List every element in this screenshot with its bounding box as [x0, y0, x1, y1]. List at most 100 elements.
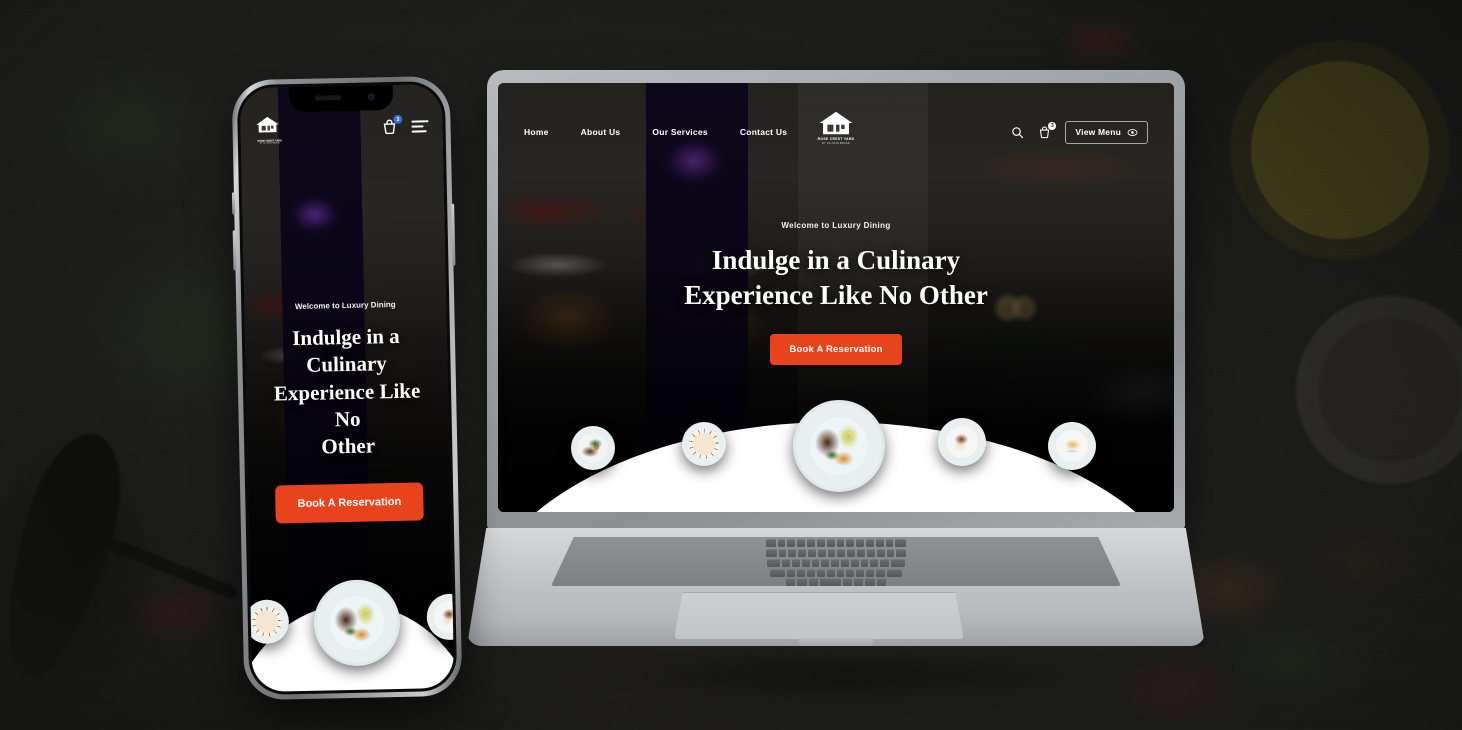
keyboard-key[interactable]	[854, 578, 864, 586]
keyboard-key[interactable]	[816, 569, 825, 577]
keyboard-key[interactable]	[817, 549, 826, 557]
keyboard-key[interactable]	[787, 569, 796, 577]
keyboard-key[interactable]	[807, 539, 815, 547]
desktop-hero-headline: Indulge in a Culinary Experience Like No…	[498, 243, 1174, 312]
keyboard-key[interactable]	[885, 539, 894, 547]
keyboard-key[interactable]	[866, 549, 875, 557]
desktop-navbar: Home About Us Our Services Contact Us RO…	[498, 111, 1174, 149]
keyboard-key[interactable]	[831, 559, 839, 567]
keyboard-key[interactable]	[896, 549, 907, 557]
keyboard-key[interactable]	[827, 549, 836, 557]
keyboard-key[interactable]	[842, 578, 853, 586]
keyboard-key[interactable]	[767, 559, 781, 567]
nav-link-contact-us[interactable]: Contact Us	[740, 127, 787, 137]
keyboard-key[interactable]	[846, 569, 855, 577]
keyboard-key[interactable]	[787, 539, 796, 547]
carousel-plate-4[interactable]	[938, 418, 986, 466]
search-icon[interactable]	[1011, 126, 1024, 139]
keyboard-key[interactable]	[797, 569, 806, 577]
keyboard-key[interactable]	[816, 539, 825, 547]
nav-link-about-us[interactable]: About Us	[581, 127, 621, 137]
keyboard-key[interactable]	[808, 549, 816, 557]
keyboard-key[interactable]	[778, 549, 787, 557]
carousel-plate-3-active[interactable]	[793, 400, 885, 492]
desktop-brand-logo[interactable]: ROSE CREST YARD BY SO-SKIN BRAND	[801, 110, 871, 145]
keyboard-key[interactable]	[826, 539, 835, 547]
keyboard-key[interactable]	[811, 559, 820, 567]
food-image-cappuccino	[251, 606, 283, 638]
keyboard-key[interactable]	[857, 549, 865, 557]
keyboard-key[interactable]	[821, 559, 830, 567]
keyboard-key[interactable]	[836, 569, 845, 577]
keyboard-key[interactable]	[856, 569, 864, 577]
keyboard-key[interactable]	[801, 559, 810, 567]
mobile-hero-headline: Indulge in a Culinary Experience Like No…	[259, 322, 436, 462]
keyboard-key[interactable]	[850, 559, 859, 567]
nav-link-our-services[interactable]: Our Services	[652, 127, 707, 137]
laptop-trackpad[interactable]	[674, 592, 964, 640]
keyboard-key[interactable]	[840, 559, 849, 567]
keyboard-key[interactable]	[865, 569, 874, 577]
keyboard-key[interactable]	[769, 569, 786, 577]
mobile-carousel-plate-3[interactable]	[426, 593, 455, 641]
keyboard-key[interactable]	[846, 539, 855, 547]
keyboard-key[interactable]	[786, 578, 796, 586]
mobile-headline-line-1: Indulge in a Culinary	[291, 323, 400, 378]
headline-line-1: Indulge in a Culinary	[711, 245, 961, 275]
keyboard-key[interactable]	[860, 559, 869, 567]
nav-link-home[interactable]: Home	[524, 127, 549, 137]
headline-line-2: Experience Like No Other	[684, 279, 988, 310]
keyboard-key[interactable]	[765, 549, 777, 557]
keyboard-key[interactable]	[875, 569, 885, 577]
phone-volume-down-button[interactable]	[232, 230, 237, 271]
cart-icon[interactable]: 3	[381, 114, 403, 135]
keyboard-key[interactable]	[819, 578, 841, 586]
keyboard-key[interactable]	[807, 569, 815, 577]
cart-icon[interactable]: 3	[1038, 121, 1057, 139]
keyboard-key[interactable]	[865, 578, 875, 586]
mobile-carousel-plate-1[interactable]	[244, 599, 290, 645]
keyboard-key[interactable]	[876, 578, 886, 586]
keyboard-key[interactable]	[798, 549, 807, 557]
keyboard-key[interactable]	[808, 578, 818, 586]
keyboard-key[interactable]	[886, 569, 903, 577]
food-image-cappuccino	[689, 429, 719, 459]
keyboard-key[interactable]	[875, 539, 884, 547]
mobile-headline-line-3: Other	[321, 433, 376, 459]
cart-count-badge: 3	[393, 114, 403, 124]
phone-volume-up-button[interactable]	[231, 192, 236, 215]
keyboard-key[interactable]	[870, 559, 879, 567]
keyboard-key[interactable]	[847, 549, 856, 557]
keyboard-key[interactable]	[777, 539, 786, 547]
mobile-book-reservation-button[interactable]: Book A Reservation	[275, 482, 424, 525]
keyboard-key[interactable]	[880, 559, 889, 567]
keyboard-key[interactable]	[856, 539, 864, 547]
book-reservation-button[interactable]: Book A Reservation	[770, 334, 902, 366]
food-image-signature-plate	[809, 416, 869, 476]
keyboard-key[interactable]	[890, 559, 905, 567]
keyboard-key[interactable]	[837, 549, 846, 557]
view-menu-label: View Menu	[1075, 127, 1121, 137]
keyboard-key[interactable]	[797, 539, 806, 547]
keyboard-key[interactable]	[836, 539, 845, 547]
keyboard-key[interactable]	[895, 539, 907, 547]
food-image-baked-dessert	[433, 600, 455, 633]
food-image-steak-salad	[578, 433, 608, 463]
mobile-carousel-plate-2-active[interactable]	[313, 578, 401, 667]
hamburger-menu-icon[interactable]	[411, 120, 429, 133]
carousel-plate-1[interactable]	[571, 426, 615, 470]
keyboard-key[interactable]	[797, 578, 807, 586]
carousel-plate-2[interactable]	[682, 422, 726, 466]
carousel-plate-5[interactable]	[1048, 422, 1096, 470]
keyboard-key[interactable]	[782, 559, 790, 567]
mobile-brand-logo[interactable]: ROSE CREST YARD BY SO-SKIN BRAND	[254, 115, 285, 145]
keyboard-key[interactable]	[765, 539, 776, 547]
keyboard-key[interactable]	[886, 549, 895, 557]
keyboard-key[interactable]	[788, 549, 797, 557]
keyboard-key[interactable]	[791, 559, 800, 567]
desktop-nav-links: Home About Us Our Services Contact Us	[524, 127, 787, 137]
keyboard-key[interactable]	[826, 569, 835, 577]
keyboard-key[interactable]	[865, 539, 874, 547]
view-menu-button[interactable]: View Menu	[1065, 120, 1148, 144]
keyboard-key[interactable]	[876, 549, 885, 557]
